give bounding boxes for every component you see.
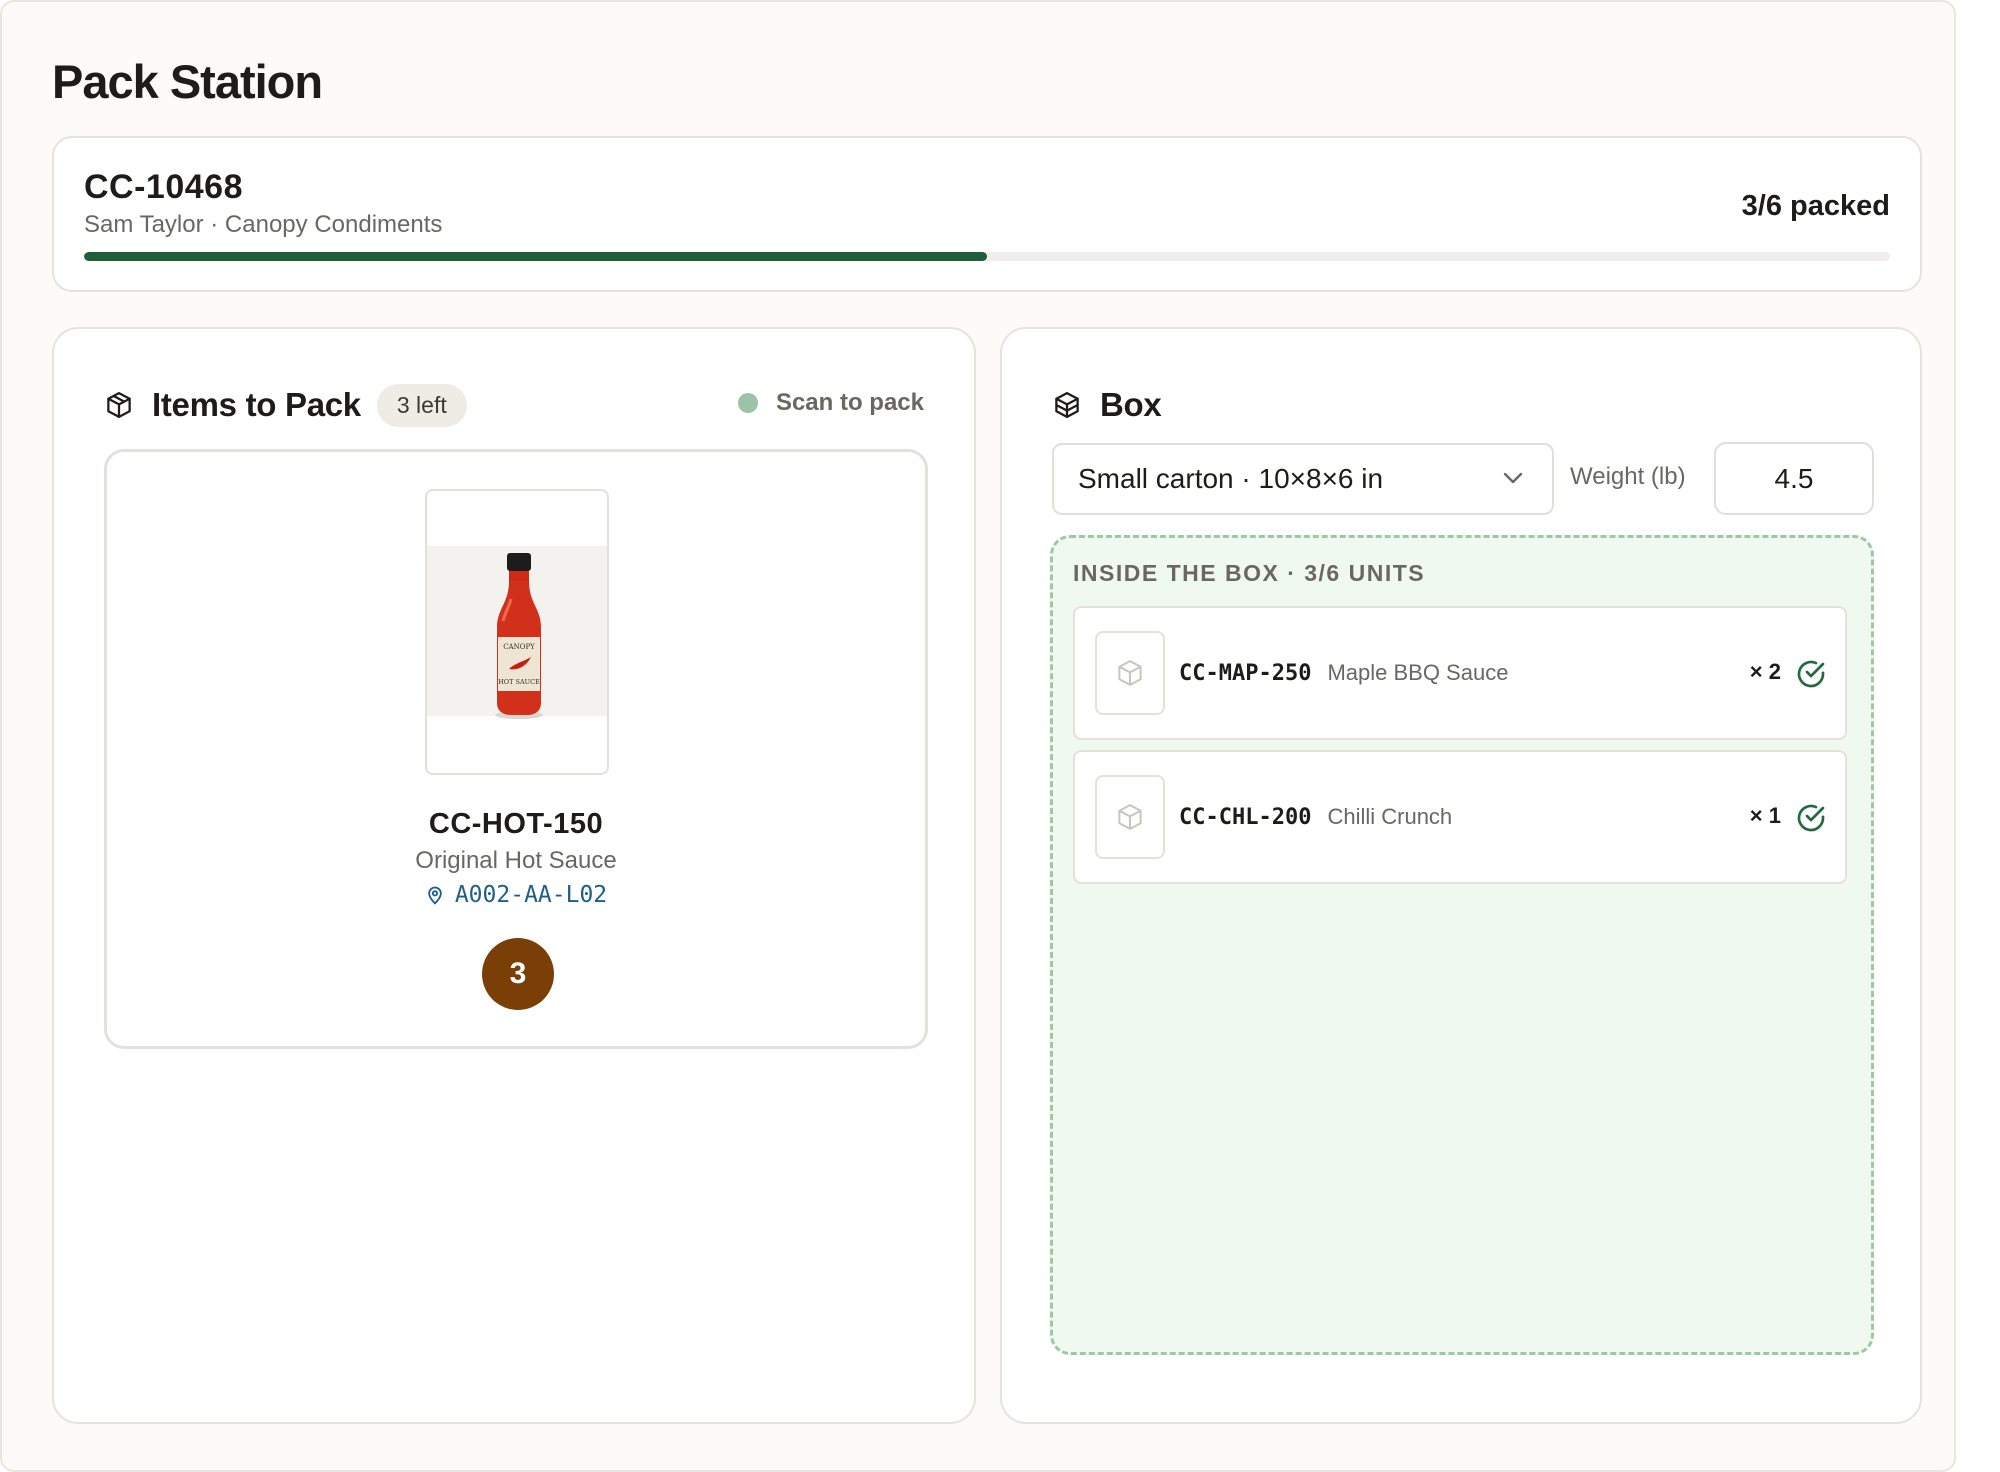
quantity-remaining-badge: 3 xyxy=(482,938,554,1010)
packed-item-qty: × 1 xyxy=(1749,803,1781,828)
box-panel-title: Box xyxy=(1100,386,1162,423)
location-code: A002-AA-L02 xyxy=(454,882,608,908)
box-contents-label: INSIDE THE BOX · 3/6 UNITS xyxy=(1073,560,1426,586)
packed-item-name: Maple BBQ Sauce xyxy=(1327,660,1509,685)
product-image: CANOPY HOT SAUCE xyxy=(425,489,609,775)
packed-item-row[interactable]: CC-MAP-250 Maple BBQ Sauce × 2 xyxy=(1073,606,1847,740)
packed-item-row[interactable]: CC-CHL-200 Chilli Crunch × 1 xyxy=(1073,750,1847,884)
location-pin-icon xyxy=(428,886,442,905)
packed-item-sku: CC-CHL-200 xyxy=(1179,804,1312,830)
weight-input[interactable] xyxy=(1714,442,1874,515)
items-to-pack-panel: Items to Pack 3 left Scan to pack CANOPY xyxy=(52,327,976,1424)
current-item-sku: CC-HOT-150 xyxy=(428,808,604,840)
order-progress-text: 3/6 packed xyxy=(1741,190,1890,222)
box-panel: Box Small carton · 10×8×6 in Weight (lb)… xyxy=(1000,327,1922,1424)
box-contents-dropzone[interactable]: INSIDE THE BOX · 3/6 UNITS CC-MAP-250 Ma… xyxy=(1050,535,1874,1355)
boxes-icon xyxy=(1055,392,1079,418)
order-customer: Sam Taylor · Canopy Condiments xyxy=(84,211,443,238)
weight-label: Weight (lb) xyxy=(1570,463,1686,490)
scan-hint-label: Scan to pack xyxy=(775,389,924,416)
current-item-location: A002-AA-L02 xyxy=(107,882,925,908)
hot-sauce-bottle-image: CANOPY HOT SAUCE xyxy=(495,553,543,719)
box-panel-header: Box xyxy=(1052,381,1162,429)
order-summary-card: CC-10468 Sam Taylor · Canopy Condiments … xyxy=(52,136,1922,292)
scan-status-dot xyxy=(737,393,758,413)
package-placeholder-icon xyxy=(1118,660,1142,686)
order-progress-bar xyxy=(84,252,1890,261)
check-circle-icon xyxy=(1797,804,1825,832)
chevron-down-icon xyxy=(1503,472,1523,484)
page-title: Pack Station xyxy=(52,55,323,108)
items-left-badge: 3 left xyxy=(376,383,467,427)
scan-hint: Scan to pack xyxy=(737,389,924,417)
order-id: CC-10468 xyxy=(84,168,243,206)
package-icon xyxy=(107,392,131,418)
box-type-value: Small carton · 10×8×6 in xyxy=(1078,463,1384,494)
order-progress-fill xyxy=(84,252,987,261)
product-thumbnail xyxy=(1095,775,1165,859)
current-item-card[interactable]: CANOPY HOT SAUCE CC-HOT-150 Original Hot… xyxy=(104,449,928,1049)
product-thumbnail xyxy=(1095,631,1165,715)
svg-text:CANOPY: CANOPY xyxy=(503,643,535,651)
packed-item-name: Chilli Crunch xyxy=(1327,804,1453,829)
current-item-name: Original Hot Sauce xyxy=(415,847,617,874)
pack-station-app: Pack Station CC-10468 Sam Taylor · Canop… xyxy=(0,0,1956,1472)
items-panel-header: Items to Pack 3 left xyxy=(104,381,467,429)
items-panel-title: Items to Pack xyxy=(152,386,361,423)
package-placeholder-icon xyxy=(1118,804,1142,830)
box-type-select[interactable]: Small carton · 10×8×6 in xyxy=(1052,443,1554,515)
svg-text:HOT SAUCE: HOT SAUCE xyxy=(498,678,540,686)
check-circle-icon xyxy=(1797,660,1825,688)
packed-item-sku: CC-MAP-250 xyxy=(1179,660,1312,686)
packed-item-qty: × 2 xyxy=(1749,659,1781,684)
